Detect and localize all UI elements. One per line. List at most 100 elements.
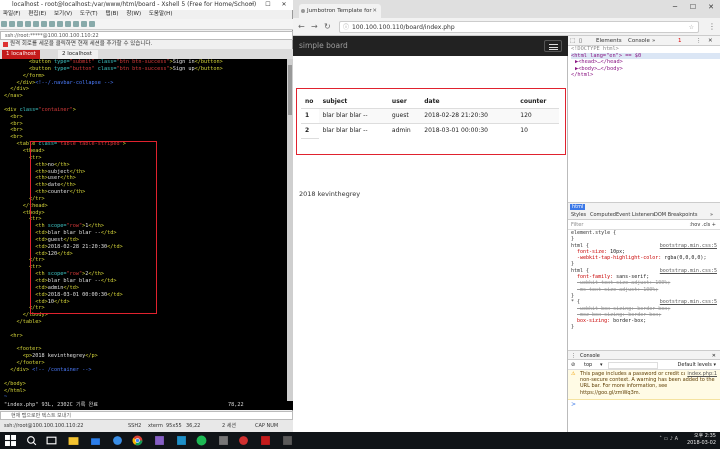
maximize-icon[interactable]: ☐ bbox=[260, 0, 276, 10]
windows-start-icon[interactable] bbox=[5, 435, 16, 446]
cell-counter: 120 bbox=[516, 107, 559, 123]
devtools-close-icon[interactable]: ✕ bbox=[708, 36, 713, 46]
subtab-styles[interactable]: Styles bbox=[571, 210, 586, 220]
minimize-icon[interactable]: ─ bbox=[666, 0, 684, 14]
more-subtabs-icon[interactable]: » bbox=[710, 210, 713, 220]
terminal-tab-2[interactable]: 2 localhost bbox=[58, 50, 98, 59]
address-bar-url: 100.100.100.110/board/index.php bbox=[352, 24, 455, 31]
menu-help[interactable]: 도움말(H) bbox=[149, 11, 173, 17]
warning-source-link[interactable]: index.php:1 bbox=[685, 371, 717, 378]
send-text-input[interactable]: 현재 탭으로만 텍스트 보내기 bbox=[0, 411, 293, 420]
subtab-computed[interactable]: Computed bbox=[590, 210, 616, 220]
close-icon[interactable]: ✕ bbox=[276, 0, 292, 10]
chrome-icon[interactable] bbox=[132, 435, 143, 446]
inspect-icon[interactable]: ⬚ bbox=[570, 36, 575, 46]
copy-icon[interactable] bbox=[25, 21, 31, 27]
filter-toggles[interactable]: :hov .cls + bbox=[689, 220, 716, 230]
network-icon[interactable]: ▭ bbox=[663, 436, 668, 442]
font-icon[interactable] bbox=[57, 21, 63, 27]
context-dropdown-icon[interactable]: ▾ bbox=[600, 360, 603, 370]
app-icon[interactable] bbox=[176, 435, 187, 446]
tray-up-icon[interactable]: ˄ bbox=[659, 436, 662, 442]
terminal-tab-1[interactable]: 1 localhost bbox=[2, 50, 40, 59]
styles-filter-input[interactable]: Filter :hov .cls + bbox=[568, 220, 720, 230]
app-icon[interactable] bbox=[112, 435, 123, 446]
file-explorer-icon[interactable] bbox=[68, 435, 79, 446]
store-icon[interactable] bbox=[90, 435, 101, 446]
console-context-select[interactable]: top bbox=[584, 360, 592, 370]
print-icon[interactable] bbox=[49, 21, 55, 27]
find-icon[interactable] bbox=[41, 21, 47, 27]
taskbar-clock[interactable]: 오후 2:35 2018-03-02 bbox=[687, 433, 716, 447]
more-tabs-icon[interactable]: » bbox=[652, 36, 655, 46]
bookmark-star-icon[interactable]: ☆ bbox=[689, 22, 694, 33]
navbar-brand[interactable]: simple board bbox=[299, 36, 348, 56]
keyboard-icon[interactable] bbox=[73, 21, 79, 27]
subtab-event-listeners[interactable]: Event Listeners bbox=[616, 210, 655, 220]
paste-icon[interactable] bbox=[33, 21, 39, 27]
clear-console-icon[interactable]: ⊘ bbox=[571, 362, 575, 368]
element-html-close[interactable]: </html> bbox=[571, 72, 720, 79]
console-prompt[interactable]: > bbox=[568, 400, 720, 410]
device-toolbar-icon[interactable]: ▯ bbox=[579, 36, 582, 46]
disconnect-icon[interactable] bbox=[17, 21, 23, 27]
tab-close-icon[interactable]: ✕ bbox=[372, 4, 377, 18]
code-line: <br> bbox=[10, 113, 23, 120]
menu-view[interactable]: 보기(V) bbox=[54, 11, 72, 17]
tab-console[interactable]: Console bbox=[628, 36, 650, 46]
maximize-icon[interactable]: ☐ bbox=[684, 0, 702, 14]
open-folder-icon[interactable] bbox=[9, 21, 15, 27]
scrollbar-thumb[interactable] bbox=[288, 65, 292, 115]
visual-studio-icon[interactable] bbox=[154, 435, 165, 446]
vim-status-line: "index.php" 93L, 2302C 기록 완료 78,22 bbox=[0, 401, 293, 410]
search-icon[interactable] bbox=[26, 435, 37, 446]
lock-icon[interactable] bbox=[65, 21, 71, 27]
subtab-dom-breakpoints[interactable]: DOM Breakpoints bbox=[654, 210, 697, 220]
menu-window[interactable]: 창(W) bbox=[126, 11, 141, 17]
elements-tree[interactable]: <!DOCTYPE html> <html lang="en"> == $0 ▶… bbox=[568, 46, 720, 202]
css-rule-3[interactable]: * { bootstrap.min.css:5 bbox=[571, 299, 720, 305]
devtools-menu-icon[interactable]: ⋮ bbox=[696, 36, 702, 46]
css-rule-1[interactable]: html { bootstrap.min.css:5 bbox=[571, 243, 720, 249]
minimize-icon[interactable]: ─ bbox=[244, 0, 260, 10]
terminal-window: localhost - root@localhost:/var/www/html… bbox=[0, 0, 293, 432]
back-icon[interactable]: ← bbox=[298, 18, 305, 36]
browser-menu-icon[interactable]: ⋮ bbox=[708, 18, 716, 36]
styles-pane[interactable]: element.style { } html { bootstrap.min.c… bbox=[568, 230, 720, 350]
menu-tools[interactable]: 도구(T) bbox=[80, 11, 98, 17]
cell-date: 2018-03-01 00:00:30 bbox=[420, 122, 517, 138]
css-rule-2[interactable]: html { bootstrap.min.css:5 bbox=[571, 268, 720, 274]
browser-tab[interactable]: Jumbotron Template for ✕ bbox=[299, 4, 381, 18]
terminal-address-field[interactable]: ssh://root:*****@100.100.100.110:22 bbox=[0, 31, 293, 40]
rule-source-link[interactable]: bootstrap.min.css:5 bbox=[660, 268, 717, 274]
error-count-badge[interactable]: 1 bbox=[678, 36, 682, 46]
app-icon[interactable] bbox=[218, 435, 229, 446]
console-levels-select[interactable]: Default levels ▾ bbox=[678, 360, 716, 370]
rule-source-link[interactable]: bootstrap.min.css:5 bbox=[660, 299, 717, 305]
app-icon[interactable] bbox=[238, 435, 249, 446]
menu-edit[interactable]: 편집(E) bbox=[28, 11, 46, 17]
tab-elements[interactable]: Elements bbox=[596, 36, 622, 46]
new-session-icon[interactable] bbox=[1, 21, 7, 27]
console-filter-input[interactable] bbox=[608, 361, 658, 369]
task-view-icon[interactable] bbox=[46, 435, 57, 446]
close-icon[interactable]: ✕ bbox=[702, 0, 720, 14]
navbar-toggle-button[interactable] bbox=[544, 40, 562, 52]
rule-source-link[interactable]: bootstrap.min.css:5 bbox=[660, 243, 717, 249]
fullscreen-icon[interactable] bbox=[81, 21, 87, 27]
app-icon[interactable] bbox=[282, 435, 293, 446]
status-protocol: SSH2 bbox=[128, 423, 142, 429]
spotify-icon[interactable] bbox=[196, 435, 207, 446]
menu-tab[interactable]: 탭(B) bbox=[105, 11, 118, 17]
forward-icon[interactable]: → bbox=[311, 18, 318, 36]
menu-file[interactable]: 파일(F) bbox=[3, 11, 21, 17]
system-tray[interactable]: ˄ ▭ ♪ A bbox=[659, 436, 678, 442]
address-bar[interactable]: 100.100.100.110/board/index.php ☆ bbox=[339, 21, 699, 33]
cell-no: 2 bbox=[301, 123, 319, 139]
volume-icon[interactable]: ♪ bbox=[670, 436, 673, 442]
input-language[interactable]: A bbox=[675, 436, 678, 442]
css-property[interactable]: -webkit-tap-highlight-color: rgba(0,0,0,… bbox=[571, 255, 720, 261]
reload-icon[interactable]: ↻ bbox=[324, 18, 331, 36]
help-icon[interactable] bbox=[89, 21, 95, 27]
xshell-icon[interactable] bbox=[260, 435, 271, 446]
